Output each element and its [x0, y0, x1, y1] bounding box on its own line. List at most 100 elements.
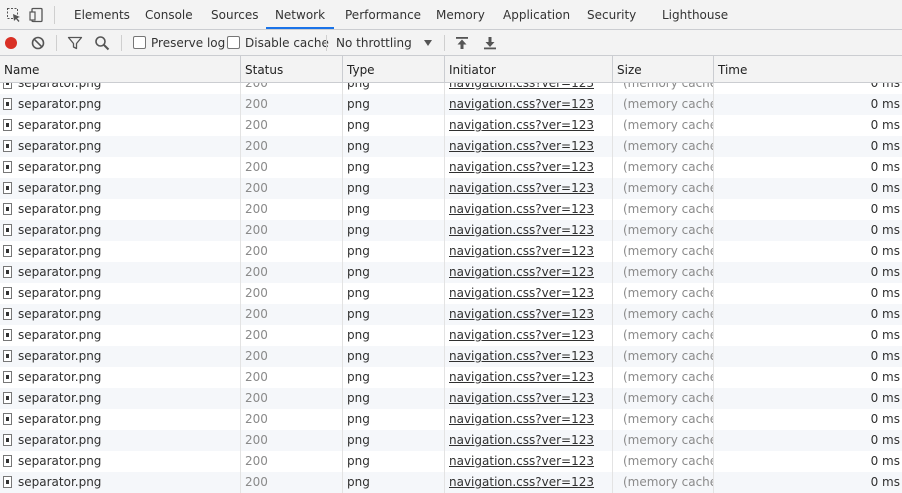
initiator-link[interactable]: navigation.css?ver=123	[449, 118, 594, 132]
initiator-link[interactable]: navigation.css?ver=123	[449, 370, 594, 384]
request-name-cell[interactable]: separator.png	[0, 472, 241, 493]
request-name-cell[interactable]: separator.png	[0, 304, 241, 325]
request-type: png	[343, 304, 445, 325]
clear-icon[interactable]	[30, 35, 46, 51]
table-row[interactable]: separator.png 200 png navigation.css?ver=12…	[0, 367, 902, 388]
initiator-link[interactable]: navigation.css?ver=123	[449, 244, 594, 258]
preserve-log-box[interactable]	[133, 36, 146, 49]
request-status: 200	[241, 115, 343, 136]
request-name: separator.png	[18, 370, 102, 384]
initiator-link[interactable]: navigation.css?ver=123	[449, 391, 594, 405]
import-har-icon[interactable]	[454, 35, 470, 51]
request-name-cell[interactable]: separator.png	[0, 388, 241, 409]
chevron-down-icon	[424, 40, 432, 46]
search-icon[interactable]	[94, 35, 110, 51]
table-row[interactable]: separator.png 200 png navigation.css?ver=12…	[0, 220, 902, 241]
tab-sources[interactable]: Sources	[211, 0, 258, 29]
export-har-icon[interactable]	[482, 35, 498, 51]
request-status: 200	[241, 367, 343, 388]
tab-elements[interactable]: Elements	[74, 0, 130, 29]
table-row[interactable]: separator.png 200 png navigation.css?ver=12…	[0, 430, 902, 451]
column-header-type[interactable]: Type	[343, 56, 445, 83]
initiator-link[interactable]: navigation.css?ver=123	[449, 160, 594, 174]
request-name-cell[interactable]: separator.png	[0, 451, 241, 472]
column-header-time[interactable]: Time	[714, 56, 902, 83]
initiator-link[interactable]: navigation.css?ver=123	[449, 349, 594, 363]
inspect-element-icon[interactable]	[6, 7, 22, 23]
filter-icon[interactable]	[67, 35, 83, 51]
initiator-link[interactable]: navigation.css?ver=123	[449, 223, 594, 237]
request-name-cell[interactable]: separator.png	[0, 325, 241, 346]
throttling-select[interactable]: No throttling	[336, 35, 436, 51]
image-file-icon	[3, 392, 12, 404]
tab-memory[interactable]: Memory	[436, 0, 485, 29]
device-toolbar-icon[interactable]	[29, 7, 45, 23]
request-name-cell[interactable]: separator.png	[0, 136, 241, 157]
table-row[interactable]: separator.png 200 png navigation.css?ver=12…	[0, 262, 902, 283]
request-name-cell[interactable]: separator.png	[0, 346, 241, 367]
tab-performance[interactable]: Performance	[345, 0, 421, 29]
initiator-link[interactable]: navigation.css?ver=123	[449, 433, 594, 447]
table-row[interactable]: separator.png 200 png navigation.css?ver=12…	[0, 136, 902, 157]
request-name-cell[interactable]: separator.png	[0, 178, 241, 199]
request-name: separator.png	[18, 328, 102, 342]
column-header-status[interactable]: Status	[241, 56, 343, 83]
request-initiator-cell: navigation.css?ver=123	[445, 157, 613, 178]
request-size: (memory cache)	[613, 367, 714, 388]
initiator-link[interactable]: navigation.css?ver=123	[449, 412, 594, 426]
initiator-link[interactable]: navigation.css?ver=123	[449, 139, 594, 153]
initiator-link[interactable]: navigation.css?ver=123	[449, 307, 594, 321]
tab-application[interactable]: Application	[503, 0, 570, 29]
request-name-cell[interactable]: separator.png	[0, 157, 241, 178]
preserve-log-checkbox[interactable]: Preserve log	[133, 35, 225, 51]
disable-cache-checkbox[interactable]: Disable cache	[227, 35, 329, 51]
request-name-cell[interactable]: separator.png	[0, 367, 241, 388]
table-row[interactable]: separator.png 200 png navigation.css?ver=12…	[0, 388, 902, 409]
initiator-link[interactable]: navigation.css?ver=123	[449, 202, 594, 216]
column-header-initiator[interactable]: Initiator	[445, 56, 613, 83]
request-list[interactable]: separator.png 200 png navigation.css?ver=12…	[0, 73, 902, 493]
request-name-cell[interactable]: separator.png	[0, 199, 241, 220]
table-row[interactable]: separator.png 200 png navigation.css?ver=12…	[0, 94, 902, 115]
request-name-cell[interactable]: separator.png	[0, 430, 241, 451]
request-name-cell[interactable]: separator.png	[0, 409, 241, 430]
request-name: separator.png	[18, 265, 102, 279]
table-row[interactable]: separator.png 200 png navigation.css?ver=12…	[0, 325, 902, 346]
table-row[interactable]: separator.png 200 png navigation.css?ver=12…	[0, 472, 902, 493]
request-name-cell[interactable]: separator.png	[0, 283, 241, 304]
initiator-link[interactable]: navigation.css?ver=123	[449, 97, 594, 111]
request-name-cell[interactable]: separator.png	[0, 241, 241, 262]
table-row[interactable]: separator.png 200 png navigation.css?ver=12…	[0, 304, 902, 325]
initiator-link[interactable]: navigation.css?ver=123	[449, 181, 594, 195]
table-row[interactable]: separator.png 200 png navigation.css?ver=12…	[0, 115, 902, 136]
image-file-icon	[3, 476, 12, 488]
initiator-link[interactable]: navigation.css?ver=123	[449, 265, 594, 279]
initiator-link[interactable]: navigation.css?ver=123	[449, 454, 594, 468]
request-initiator-cell: navigation.css?ver=123	[445, 136, 613, 157]
request-initiator-cell: navigation.css?ver=123	[445, 472, 613, 493]
table-row[interactable]: separator.png 200 png navigation.css?ver=12…	[0, 451, 902, 472]
record-icon[interactable]	[3, 35, 19, 51]
request-type: png	[343, 115, 445, 136]
table-row[interactable]: separator.png 200 png navigation.css?ver=12…	[0, 178, 902, 199]
request-name-cell[interactable]: separator.png	[0, 115, 241, 136]
request-name-cell[interactable]: separator.png	[0, 94, 241, 115]
tab-lighthouse[interactable]: Lighthouse	[662, 0, 728, 29]
table-row[interactable]: separator.png 200 png navigation.css?ver=12…	[0, 241, 902, 262]
table-row[interactable]: separator.png 200 png navigation.css?ver=12…	[0, 409, 902, 430]
initiator-link[interactable]: navigation.css?ver=123	[449, 328, 594, 342]
column-header-size[interactable]: Size	[613, 56, 714, 83]
table-row[interactable]: separator.png 200 png navigation.css?ver=12…	[0, 199, 902, 220]
table-row[interactable]: separator.png 200 png navigation.css?ver=12…	[0, 283, 902, 304]
initiator-link[interactable]: navigation.css?ver=123	[449, 475, 594, 489]
tab-network[interactable]: Network	[266, 0, 334, 29]
request-name-cell[interactable]: separator.png	[0, 262, 241, 283]
tab-security[interactable]: Security	[587, 0, 636, 29]
disable-cache-box[interactable]	[227, 36, 240, 49]
request-name-cell[interactable]: separator.png	[0, 220, 241, 241]
tab-console[interactable]: Console	[145, 0, 193, 29]
table-row[interactable]: separator.png 200 png navigation.css?ver=12…	[0, 157, 902, 178]
initiator-link[interactable]: navigation.css?ver=123	[449, 286, 594, 300]
table-row[interactable]: separator.png 200 png navigation.css?ver=12…	[0, 346, 902, 367]
column-header-name[interactable]: Name	[0, 56, 241, 83]
